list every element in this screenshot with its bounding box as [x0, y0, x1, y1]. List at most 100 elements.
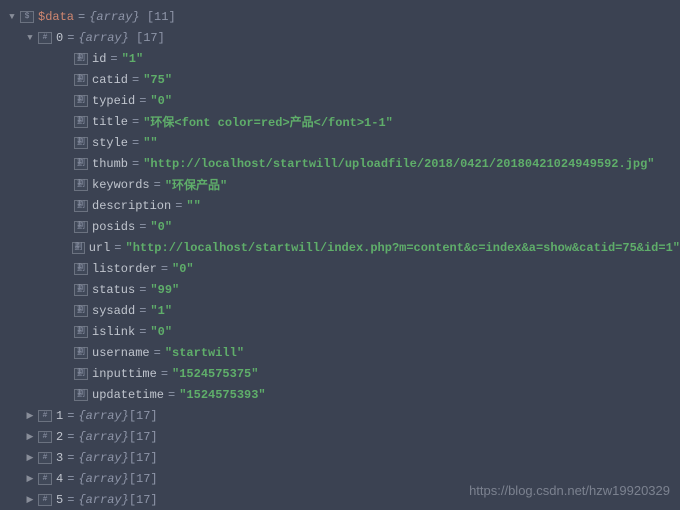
string-icon: 劃: [74, 53, 88, 65]
field-key: keywords: [92, 178, 150, 192]
tree-row-field[interactable]: 劃updatetime="1524575393": [0, 384, 680, 405]
equals-sign: =: [139, 283, 146, 297]
equals-sign: =: [67, 430, 74, 444]
tree-row-field[interactable]: 劃catid="75": [0, 69, 680, 90]
type-hint: {array}: [78, 493, 128, 507]
tree-row-field[interactable]: 劃description="": [0, 195, 680, 216]
tree-row-field[interactable]: 劃status="99": [0, 279, 680, 300]
tree-row-field[interactable]: 劃 sysadd = "1": [0, 300, 680, 321]
field-key: title: [92, 115, 128, 129]
count-hint: [17]: [129, 493, 158, 507]
field-value: "http://localhost/startwill/index.php?m=…: [126, 241, 680, 255]
field-value: "1": [122, 52, 144, 66]
expand-toggle-icon[interactable]: [24, 453, 36, 463]
field-value: "1524575375": [172, 367, 258, 381]
field-value: "环保<font color=red>产品</font>1-1": [143, 113, 393, 130]
expand-toggle-icon[interactable]: [24, 33, 36, 43]
tree-row-root[interactable]: $ $data = {array} [11]: [0, 6, 680, 27]
field-value: "0": [150, 325, 172, 339]
watermark-text: https://blog.csdn.net/hzw19920329: [469, 483, 670, 498]
type-hint: {array}: [78, 430, 128, 444]
equals-sign: =: [67, 409, 74, 423]
field-value: "0": [150, 94, 172, 108]
field-value: "1": [150, 304, 172, 318]
item-key: 4: [56, 472, 63, 486]
tree-row-item[interactable]: #1={array} [17]: [0, 405, 680, 426]
field-value: "startwill": [165, 346, 244, 360]
expand-toggle-icon[interactable]: [24, 495, 36, 505]
tree-row-field[interactable]: 劃id="1": [0, 48, 680, 69]
equals-sign: =: [67, 472, 74, 486]
field-key: status: [92, 283, 135, 297]
count-hint: [17]: [129, 472, 158, 486]
tree-row-field[interactable]: 劃thumb="http://localhost/startwill/uploa…: [0, 153, 680, 174]
tree-row-field[interactable]: 劃islink="0": [0, 321, 680, 342]
count-hint: [17]: [129, 451, 158, 465]
item-key: 0: [56, 31, 63, 45]
item-key: 3: [56, 451, 63, 465]
field-key: updatetime: [92, 388, 164, 402]
equals-sign: =: [168, 388, 175, 402]
field-value: "99": [150, 283, 179, 297]
expand-toggle-icon[interactable]: [24, 411, 36, 421]
tree-row-item-0[interactable]: # 0 = {array} [17]: [0, 27, 680, 48]
tree-row-field[interactable]: 劃listorder="0": [0, 258, 680, 279]
field-key: listorder: [92, 262, 157, 276]
array-icon: #: [38, 431, 52, 443]
field-key: description: [92, 199, 171, 213]
tree-row-field[interactable]: 劃style="": [0, 132, 680, 153]
field-value: "环保产品": [165, 176, 227, 193]
string-icon: 劃: [74, 137, 88, 149]
equals-sign: =: [132, 115, 139, 129]
field-key: thumb: [92, 157, 128, 171]
string-icon: 劃: [74, 305, 88, 317]
field-key: id: [92, 52, 106, 66]
string-icon: 劃: [74, 200, 88, 212]
equals-sign: =: [132, 73, 139, 87]
field-key: sysadd: [92, 304, 135, 318]
debug-variable-tree: $ $data = {array} [11] # 0 = {array} [17…: [0, 0, 680, 510]
count-hint: [17]: [129, 31, 165, 45]
equals-sign: =: [154, 178, 161, 192]
tree-row-item[interactable]: #3={array} [17]: [0, 447, 680, 468]
string-icon: 劃: [74, 326, 88, 338]
equals-sign: =: [78, 10, 85, 24]
tree-row-item[interactable]: #2={array} [17]: [0, 426, 680, 447]
tree-row-field[interactable]: 劃 title = "环保<font color=red>产品</font>1-1": [0, 111, 680, 132]
equals-sign: =: [139, 304, 146, 318]
type-hint: {array}: [78, 451, 128, 465]
field-value: "75": [143, 73, 172, 87]
equals-sign: =: [139, 94, 146, 108]
tree-row-field[interactable]: 劃inputtime="1524575375": [0, 363, 680, 384]
equals-sign: =: [161, 367, 168, 381]
array-icon: #: [38, 452, 52, 464]
type-hint: {array}: [78, 31, 128, 45]
string-icon: 劃: [74, 221, 88, 233]
string-icon: 劃: [74, 368, 88, 380]
expand-toggle-icon[interactable]: [24, 474, 36, 484]
equals-sign: =: [67, 493, 74, 507]
field-value: "": [143, 136, 157, 150]
array-icon: #: [38, 410, 52, 422]
string-icon: 劃: [74, 347, 88, 359]
string-icon: 劃: [74, 389, 88, 401]
string-icon: 劃: [74, 95, 88, 107]
string-icon: 劃: [74, 158, 88, 170]
string-icon: 劃: [74, 116, 88, 128]
string-icon: 劃: [74, 263, 88, 275]
type-hint: {array}: [89, 10, 139, 24]
tree-row-field[interactable]: 劃keywords="环保产品": [0, 174, 680, 195]
type-hint: {array}: [78, 409, 128, 423]
field-key: typeid: [92, 94, 135, 108]
equals-sign: =: [132, 157, 139, 171]
count-hint: [17]: [129, 430, 158, 444]
expand-toggle-icon[interactable]: [6, 12, 18, 22]
tree-row-field[interactable]: 劃posids="0": [0, 216, 680, 237]
field-value: "0": [172, 262, 194, 276]
field-key: posids: [92, 220, 135, 234]
tree-row-field[interactable]: 劃url="http://localhost/startwill/index.p…: [0, 237, 680, 258]
expand-toggle-icon[interactable]: [24, 432, 36, 442]
variable-name: $data: [38, 10, 74, 24]
tree-row-field[interactable]: 劃 typeid = "0": [0, 90, 680, 111]
tree-row-field[interactable]: 劃username="startwill": [0, 342, 680, 363]
